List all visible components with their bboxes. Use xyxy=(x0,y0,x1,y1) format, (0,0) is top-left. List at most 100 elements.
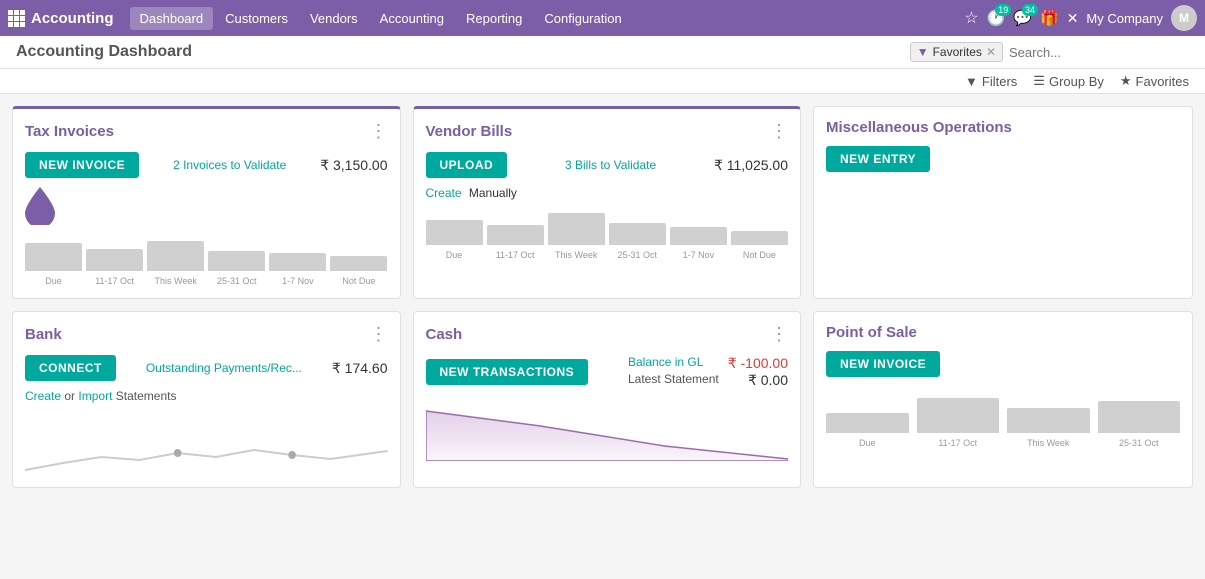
top-navigation: Accounting Dashboard Customers Vendors A… xyxy=(0,0,1205,36)
bar-group-thisweek: This Week xyxy=(147,241,204,286)
new-transactions-button[interactable]: NEW TRANSACTIONS xyxy=(426,359,589,385)
vb-bar-h-notdue xyxy=(731,231,788,245)
bar-thisweek xyxy=(147,241,204,271)
filter-row: ▼ Filters ☰ Group By ★ Favorites xyxy=(0,69,1205,94)
pos-bar-l-due: Due xyxy=(859,438,876,448)
favorites-label: Favorites xyxy=(1136,74,1189,89)
group-by-button[interactable]: ☰ Group By xyxy=(1033,73,1104,89)
vendor-bills-amount: ₹ 11,025.00 xyxy=(714,157,788,174)
close-icon[interactable]: ✕ xyxy=(1067,10,1079,27)
page-title: Accounting Dashboard xyxy=(16,43,192,61)
misc-operations-title: Miscellaneous Operations xyxy=(826,119,1012,136)
vb-bar-oct11: 11-17 Oct xyxy=(487,225,544,260)
tax-invoices-amount: ₹ 3,150.00 xyxy=(320,157,387,174)
tax-invoices-menu[interactable]: ⋮ xyxy=(370,121,388,142)
bar-label-notdue: Not Due xyxy=(342,276,375,286)
bank-import-link[interactable]: Import xyxy=(78,389,112,403)
bar-oct25 xyxy=(208,251,265,271)
clock-icon[interactable]: 🕐19 xyxy=(987,9,1006,27)
bar-nov1 xyxy=(269,253,326,271)
company-name[interactable]: My Company xyxy=(1086,11,1163,26)
menu-vendors[interactable]: Vendors xyxy=(300,7,368,30)
pos-bar-l-thisweek: This Week xyxy=(1027,438,1069,448)
bank-menu[interactable]: ⋮ xyxy=(370,324,388,345)
pos-bar-h-due xyxy=(826,413,909,433)
invoices-to-validate-link[interactable]: 2 Invoices to Validate xyxy=(173,158,286,172)
vb-bar-l-oct11: 11-17 Oct xyxy=(496,250,535,260)
vendor-bills-info-row: UPLOAD 3 Bills to Validate ₹ 11,025.00 xyxy=(426,152,789,178)
vb-bar-l-due: Due xyxy=(446,250,463,260)
new-invoice-button[interactable]: NEW INVOICE xyxy=(25,152,139,178)
menu-configuration[interactable]: Configuration xyxy=(534,7,631,30)
bar-notdue xyxy=(330,256,387,271)
vb-bar-h-thisweek xyxy=(548,213,605,245)
search-input[interactable] xyxy=(1009,45,1189,60)
bank-create-link[interactable]: Create xyxy=(25,389,61,403)
connect-button[interactable]: CONNECT xyxy=(25,355,116,381)
bar-group-notdue: Not Due xyxy=(330,256,387,286)
filters-button[interactable]: ▼ Filters xyxy=(965,74,1017,89)
menu-accounting[interactable]: Accounting xyxy=(370,7,454,30)
chat-badge: 34 xyxy=(1022,4,1038,16)
balance-in-gl-link[interactable]: Balance in GL xyxy=(628,355,703,372)
pos-bar-h-oct11 xyxy=(917,398,1000,433)
upload-button[interactable]: UPLOAD xyxy=(426,152,508,178)
filter-icon: ▼ xyxy=(965,74,978,89)
bar-oct11 xyxy=(86,249,143,271)
cash-latest-row: Latest Statement ₹ 0.00 xyxy=(628,372,788,389)
pos-bar-thisweek: This Week xyxy=(1007,408,1090,448)
pos-bar-h-thisweek xyxy=(1007,408,1090,433)
pos-bar-l-oct25: 25-31 Oct xyxy=(1119,438,1159,448)
pos-title: Point of Sale xyxy=(826,324,917,341)
cash-balance-info: Balance in GL ₹ -100.00 Latest Statement… xyxy=(628,355,788,389)
menu-dashboard[interactable]: Dashboard xyxy=(130,7,214,30)
bar-group-nov1: 1-7 Nov xyxy=(269,253,326,286)
bank-create-row: Create or Import Statements xyxy=(25,389,388,403)
tax-invoices-bar-chart: Due 11-17 Oct This Week 25-31 Oct 1-7 No… xyxy=(25,236,388,286)
vendor-bills-title: Vendor Bills xyxy=(426,123,513,140)
menu-reporting[interactable]: Reporting xyxy=(456,7,532,30)
droplet-icon xyxy=(25,186,55,226)
favorites-filter-tag[interactable]: ▼ Favorites ✕ xyxy=(910,42,1003,62)
filters-label: Filters xyxy=(982,74,1017,89)
bar-group-oct11: 11-17 Oct xyxy=(86,249,143,286)
bar-group-due: Due xyxy=(25,243,82,286)
point-of-sale-card: Point of Sale NEW INVOICE Due 11-17 Oct … xyxy=(813,311,1193,488)
app-logo[interactable]: Accounting xyxy=(8,10,114,27)
avatar[interactable]: M xyxy=(1171,5,1197,31)
cash-info-row: NEW TRANSACTIONS Balance in GL ₹ -100.00… xyxy=(426,355,789,389)
bar-due xyxy=(25,243,82,271)
filter-tag-close[interactable]: ✕ xyxy=(986,45,996,59)
cash-balance-row: Balance in GL ₹ -100.00 xyxy=(628,355,788,372)
bills-to-validate-link[interactable]: 3 Bills to Validate xyxy=(565,158,656,172)
chat-icon[interactable]: 💬34 xyxy=(1013,9,1032,27)
vb-bar-notdue: Not Due xyxy=(731,231,788,260)
favorites-button[interactable]: ★ Favorites xyxy=(1120,73,1189,89)
pos-new-invoice-button[interactable]: NEW INVOICE xyxy=(826,351,940,377)
vb-bar-h-oct25 xyxy=(609,223,666,245)
new-entry-button[interactable]: NEW ENTRY xyxy=(826,146,930,172)
cash-menu[interactable]: ⋮ xyxy=(770,324,788,345)
star-icon[interactable]: ☆ xyxy=(964,8,978,28)
pos-bar-due: Due xyxy=(826,413,909,448)
vb-bar-h-oct11 xyxy=(487,225,544,245)
latest-statement-label: Latest Statement xyxy=(628,372,719,389)
topnav-right: ☆ 🕐19 💬34 🎁 ✕ My Company M xyxy=(964,5,1197,31)
bar-label-oct11: 11-17 Oct xyxy=(95,276,134,286)
create-link[interactable]: Create xyxy=(426,186,462,200)
star-filter-icon: ★ xyxy=(1120,73,1132,89)
bank-amount: ₹ 174.60 xyxy=(332,360,388,377)
app-name: Accounting xyxy=(31,10,114,27)
misc-operations-header: Miscellaneous Operations xyxy=(826,119,1180,136)
menu-customers[interactable]: Customers xyxy=(215,7,298,30)
gift-icon[interactable]: 🎁 xyxy=(1040,9,1059,27)
misc-operations-card: Miscellaneous Operations NEW ENTRY xyxy=(813,106,1193,299)
pos-bar-oct11: 11-17 Oct xyxy=(917,398,1000,448)
bank-or-text: or xyxy=(64,389,75,403)
group-by-icon: ☰ xyxy=(1033,73,1045,89)
vendor-bills-menu[interactable]: ⋮ xyxy=(770,121,788,142)
outstanding-payments-link[interactable]: Outstanding Payments/Rec... xyxy=(146,361,302,375)
pos-header: Point of Sale xyxy=(826,324,1180,341)
main-content: Tax Invoices ⋮ NEW INVOICE 2 Invoices to… xyxy=(0,94,1205,500)
vb-bar-h-nov1 xyxy=(670,227,727,245)
